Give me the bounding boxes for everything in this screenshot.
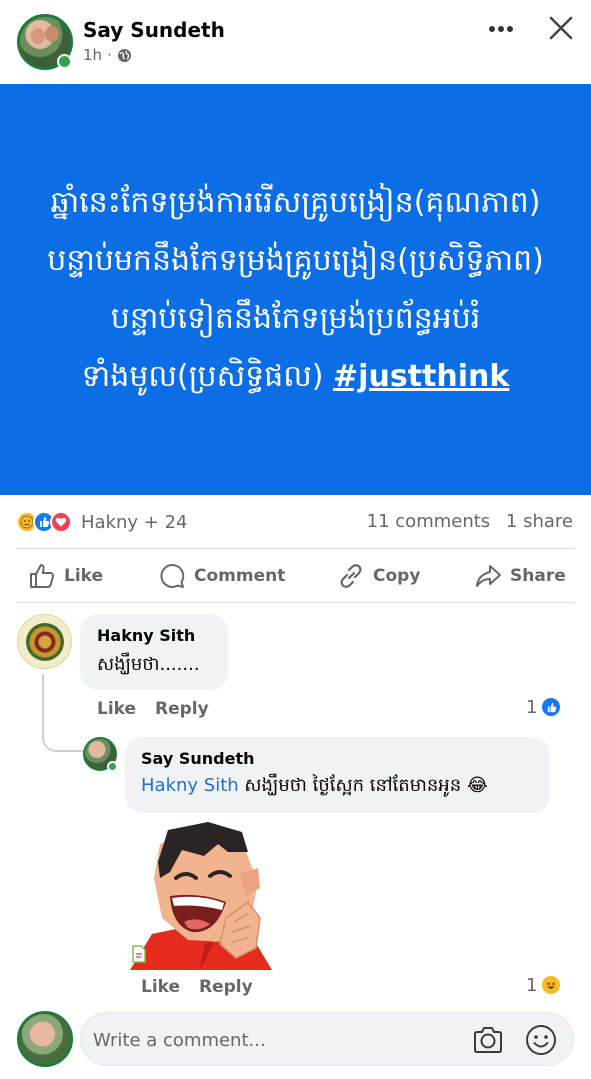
post-text-line-2: បន្ទាប់មកនឹងកែទម្រង់គ្រូបង្រៀន(ប្រសិទ្ធិ… xyxy=(47,242,544,278)
more-options-button[interactable] xyxy=(486,14,516,44)
like-label: Like xyxy=(64,566,104,586)
comments-count[interactable]: 11 comments xyxy=(367,511,491,532)
author-name[interactable]: Say Sundeth xyxy=(83,18,225,42)
like-icon xyxy=(540,696,563,718)
love-icon xyxy=(50,511,72,533)
reaction-count: 1 xyxy=(526,696,538,718)
post-actions: Like Comment Copy Share xyxy=(0,556,591,596)
comment-composer xyxy=(80,1012,574,1066)
online-status-icon xyxy=(57,54,72,69)
reply-text: សង្ឃឹមថា ថ្ងៃស្អែក នៅតែមានអូន 😂 xyxy=(238,775,488,796)
comment-input[interactable] xyxy=(93,1025,453,1055)
reaction-names: Hakny + 24 xyxy=(81,511,188,533)
replier-avatar[interactable] xyxy=(83,737,118,772)
sticker-app-icon xyxy=(132,945,146,963)
thumbs-up-icon xyxy=(30,564,54,588)
mention-link[interactable]: Hakny Sith xyxy=(141,775,239,796)
author-avatar[interactable] xyxy=(17,14,73,70)
meta-separator: · xyxy=(107,46,112,64)
comment-like-button[interactable]: Like xyxy=(97,699,136,719)
current-user-avatar[interactable] xyxy=(17,1011,73,1067)
share-button[interactable]: Share xyxy=(474,556,566,596)
emoji-icon[interactable] xyxy=(524,1023,558,1057)
post-text-line-3: បន្ទាប់ទៀតនឹងកែទម្រង់ប្រព័ន្ធអប់រំ xyxy=(110,300,481,336)
post-content: ឆ្នាំនេះកែទម្រង់ការរើសគ្រូបង្រៀន(គុណភាព)… xyxy=(0,84,591,495)
comment-reply-button[interactable]: Reply xyxy=(155,699,209,719)
share-label: Share xyxy=(510,566,566,586)
like-button[interactable]: Like xyxy=(28,556,103,596)
post-time[interactable]: 1h xyxy=(83,46,102,64)
reaction-count: 1 xyxy=(526,974,538,996)
hashtag-link[interactable]: #justthink xyxy=(333,359,509,394)
link-icon xyxy=(340,564,362,588)
commenter-name[interactable]: Hakny Sith xyxy=(97,626,195,645)
comment-text: សង្ឃឹមថា....... xyxy=(97,654,200,675)
close-button[interactable] xyxy=(545,12,577,44)
divider xyxy=(16,548,575,549)
reply-reaction-count[interactable]: 1 xyxy=(526,974,563,996)
camera-icon[interactable] xyxy=(471,1023,505,1057)
post-text-line-4: ទាំងមូល(ប្រសិទ្ធិផល) #justthink xyxy=(82,348,510,406)
close-icon xyxy=(549,16,573,40)
comment-bubble-icon xyxy=(160,563,185,588)
post-meta: 1h · xyxy=(83,46,132,64)
post-stats: 11 comments 1 share xyxy=(367,511,573,532)
haha-icon xyxy=(540,974,563,996)
reply-text-wrap: Hakny Sith សង្ឃឹមថា ថ្ងៃស្អែក នៅតែមានអូន… xyxy=(141,773,488,800)
post-text-line-1: ឆ្នាំនេះកែទម្រង់ការរើសគ្រូបង្រៀន(គុណភាព) xyxy=(50,184,541,220)
reply-like-button[interactable]: Like xyxy=(141,977,180,997)
online-status-icon xyxy=(107,761,118,772)
comment-button[interactable]: Comment xyxy=(158,556,285,596)
comment-bubble: Hakny Sith សង្ឃឹមថា....... xyxy=(80,614,228,690)
post-text-line-4-text: ទាំងមូល(ប្រសិទ្ធិផល) xyxy=(81,358,324,394)
globe-icon xyxy=(117,48,131,62)
share-arrow-icon xyxy=(476,565,501,587)
seal-emblem-icon xyxy=(25,622,64,661)
reply-bubble: Say Sundeth Hakny Sith សង្ឃឹមថា ថ្ងៃស្អែ… xyxy=(125,737,550,813)
shares-count[interactable]: 1 share xyxy=(506,511,573,532)
reply-reply-button[interactable]: Reply xyxy=(199,977,253,997)
replier-name[interactable]: Say Sundeth xyxy=(141,749,254,768)
reply-thread-line xyxy=(42,674,84,752)
commenter-avatar[interactable] xyxy=(17,614,72,669)
laughing-man-sticker[interactable] xyxy=(130,822,280,970)
copy-label: Copy xyxy=(373,566,421,586)
divider xyxy=(16,602,575,603)
comment-reaction-count[interactable]: 1 xyxy=(526,696,563,718)
copy-button[interactable]: Copy xyxy=(337,556,420,596)
post-header: Say Sundeth 1h · xyxy=(0,0,591,84)
reactions-summary[interactable]: Hakny + 24 xyxy=(16,508,187,536)
ellipsis-icon xyxy=(489,26,513,32)
comment-label: Comment xyxy=(194,566,286,586)
